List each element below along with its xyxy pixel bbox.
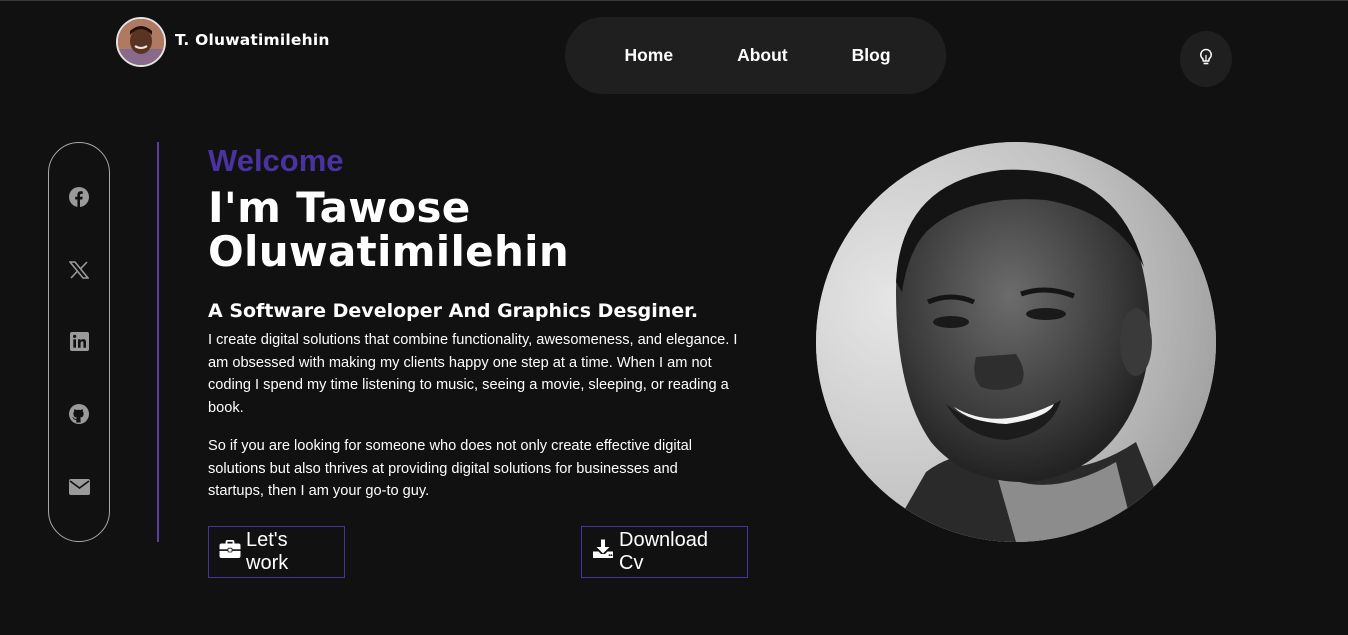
hero-name-line1: I'm Tawose <box>208 183 471 232</box>
top-border <box>0 0 1348 1</box>
profile-photo <box>816 142 1216 542</box>
nav-blog[interactable]: Blog <box>852 45 891 66</box>
x-icon[interactable] <box>68 259 90 281</box>
download-cv-button[interactable]: Download Cv <box>581 526 748 578</box>
download-cv-label: Download Cv <box>619 529 708 574</box>
facebook-icon[interactable] <box>68 186 90 208</box>
hero-role: A Software Developer And Graphics Desgin… <box>208 300 699 322</box>
hero-paragraph-2: So if you are looking for someone who do… <box>208 438 693 499</box>
lets-work-button[interactable]: Let's work <box>208 526 345 578</box>
github-icon[interactable] <box>68 403 90 425</box>
brand[interactable]: T. Oluwatimilehin <box>116 17 330 67</box>
brand-name: T. Oluwatimilehin <box>175 31 330 49</box>
main-nav: Home About Blog <box>565 17 946 94</box>
hero-name-line2: Oluwatimilehin <box>208 227 570 276</box>
lets-work-label: Let's work <box>246 529 289 574</box>
nav-about[interactable]: About <box>737 45 788 66</box>
social-links <box>48 142 110 542</box>
download-icon <box>592 539 614 565</box>
divider-line <box>157 142 159 542</box>
welcome-heading: Welcome <box>208 143 344 178</box>
nav-home[interactable]: Home <box>624 45 673 66</box>
hero-paragraph-1: I create digital solutions that combine … <box>208 332 738 416</box>
hero-name: I'm Tawose Oluwatimilehin <box>208 186 753 274</box>
linkedin-icon[interactable] <box>68 331 90 353</box>
envelope-icon[interactable] <box>68 476 90 498</box>
hero-section: Welcome I'm Tawose Oluwatimilehin A Soft… <box>208 142 753 503</box>
briefcase-icon <box>219 539 241 565</box>
avatar <box>116 17 166 67</box>
theme-toggle-button[interactable] <box>1180 31 1232 87</box>
lightbulb-icon <box>1198 48 1214 71</box>
